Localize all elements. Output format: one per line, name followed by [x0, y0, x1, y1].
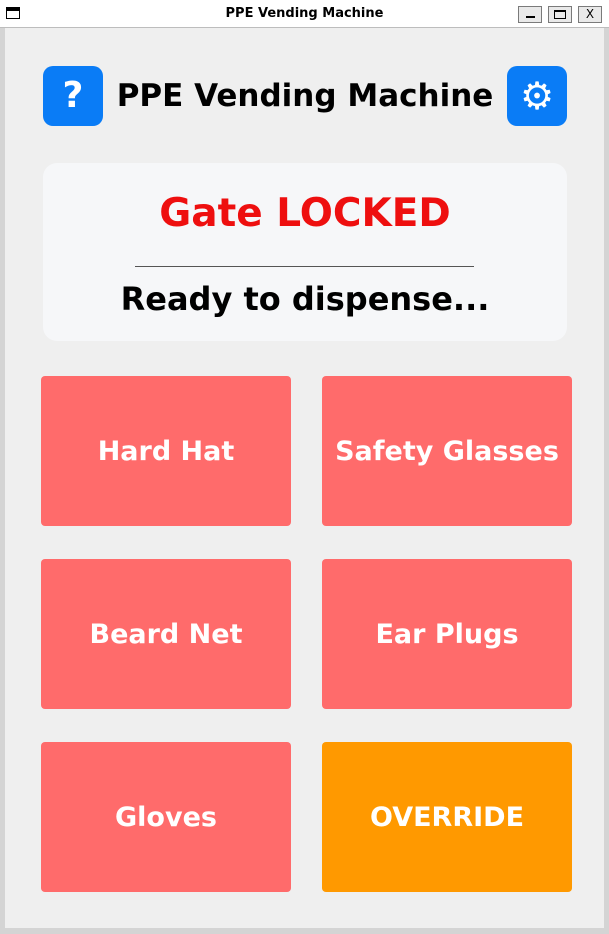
- help-icon: ?: [62, 75, 84, 116]
- page-title: PPE Vending Machine: [116, 78, 494, 114]
- minimize-button[interactable]: [518, 6, 542, 23]
- gear-icon: ⚙: [519, 74, 555, 118]
- app-window: PPE Vending Machine X ? PPE Vending Mach…: [0, 0, 609, 934]
- gate-status-text: Gate LOCKED: [159, 191, 451, 236]
- minimize-icon: [526, 16, 535, 18]
- maximize-icon: [554, 10, 566, 19]
- close-icon: X: [585, 7, 595, 21]
- ear-plugs-button[interactable]: Ear Plugs: [322, 559, 572, 709]
- status-message: Ready to dispense...: [120, 280, 490, 318]
- override-button[interactable]: OVERRIDE: [322, 742, 572, 892]
- title-bar[interactable]: PPE Vending Machine X: [0, 0, 609, 28]
- beard-net-button[interactable]: Beard Net: [41, 559, 291, 709]
- main-content: ? PPE Vending Machine ⚙ Gate LOCKED Read…: [5, 28, 604, 928]
- safety-glasses-button[interactable]: Safety Glasses: [322, 376, 572, 526]
- help-button[interactable]: ?: [43, 66, 103, 126]
- hard-hat-button[interactable]: Hard Hat: [41, 376, 291, 526]
- close-button[interactable]: X: [578, 6, 602, 23]
- status-divider: [135, 266, 474, 267]
- gloves-button[interactable]: Gloves: [41, 742, 291, 892]
- settings-button[interactable]: ⚙: [507, 66, 567, 126]
- status-panel: Gate LOCKED Ready to dispense...: [43, 163, 567, 341]
- maximize-button[interactable]: [548, 6, 572, 23]
